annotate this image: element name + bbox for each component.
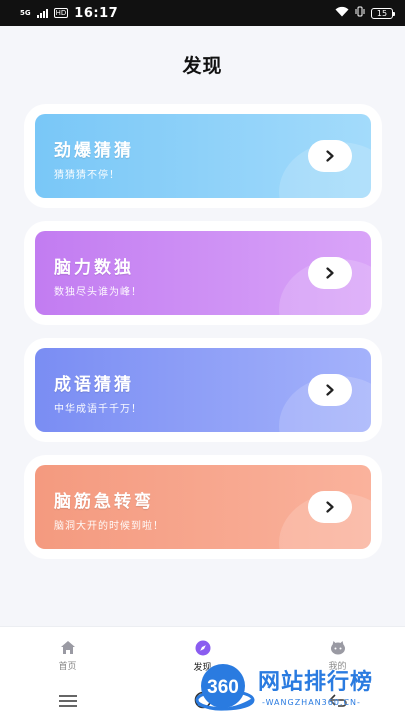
- enter-button[interactable]: [308, 140, 352, 172]
- menu-icon[interactable]: [58, 693, 78, 712]
- game-card-list: 劲爆猜猜 猜猜猜不停！ 脑力数独 数独尽头谁为峰！ 成语猜猜 中华成语千千万！ …: [24, 104, 382, 572]
- watermark: 360 网站排行榜 -WANGZHAN360.CN-: [192, 658, 405, 720]
- game-card-chengyu-caicai[interactable]: 成语猜猜 中华成语千千万！: [35, 348, 371, 432]
- game-card-wrapper: 成语猜猜 中华成语千千万！: [24, 338, 382, 442]
- status-right: 15: [335, 6, 395, 20]
- nav-item-home[interactable]: 首页: [0, 627, 135, 684]
- svg-text:360: 360: [207, 677, 239, 698]
- chevron-right-icon: [326, 150, 334, 162]
- hd-badge: HD: [53, 8, 69, 18]
- watermark-url: -WANGZHAN360.CN-: [262, 698, 361, 707]
- battery-icon: 15: [371, 7, 395, 19]
- home-icon: [60, 641, 75, 654]
- watermark-text: 网站排行榜: [258, 670, 374, 695]
- enter-button[interactable]: [308, 491, 352, 523]
- vibrate-icon: [355, 6, 365, 20]
- game-card-jinbao-caicai[interactable]: 劲爆猜猜 猜猜猜不停！: [35, 114, 371, 198]
- chevron-right-icon: [326, 384, 334, 396]
- watermark-360-logo: 360: [195, 664, 255, 711]
- signal-icon: [36, 8, 48, 18]
- chevron-right-icon: [326, 501, 334, 513]
- nav-label-home: 首页: [58, 662, 77, 672]
- profile-icon: [330, 641, 345, 655]
- game-card-wrapper: 脑力数独 数独尽头谁为峰！: [24, 221, 382, 325]
- status-time: 16:17: [74, 5, 119, 21]
- page-title: 发现: [182, 54, 223, 77]
- enter-button[interactable]: [308, 374, 352, 406]
- compass-icon: [195, 640, 210, 656]
- game-card-naoli-shudu[interactable]: 脑力数独 数独尽头谁为峰！: [35, 231, 371, 315]
- enter-button[interactable]: [308, 257, 352, 289]
- chevron-right-icon: [326, 267, 334, 279]
- status-bar: 5G HD 16:17 15: [0, 0, 405, 26]
- wifi-icon: [335, 6, 349, 20]
- network-type: 5G: [20, 8, 31, 17]
- status-left: 5G HD 16:17: [20, 6, 118, 21]
- header: 发现: [0, 26, 405, 102]
- game-card-wrapper: 脑筋急转弯 脑洞大开的时候到啦！: [24, 455, 382, 559]
- game-card-naojin-jizhuanwan[interactable]: 脑筋急转弯 脑洞大开的时候到啦！: [35, 465, 371, 549]
- game-card-wrapper: 劲爆猜猜 猜猜猜不停！: [24, 104, 382, 208]
